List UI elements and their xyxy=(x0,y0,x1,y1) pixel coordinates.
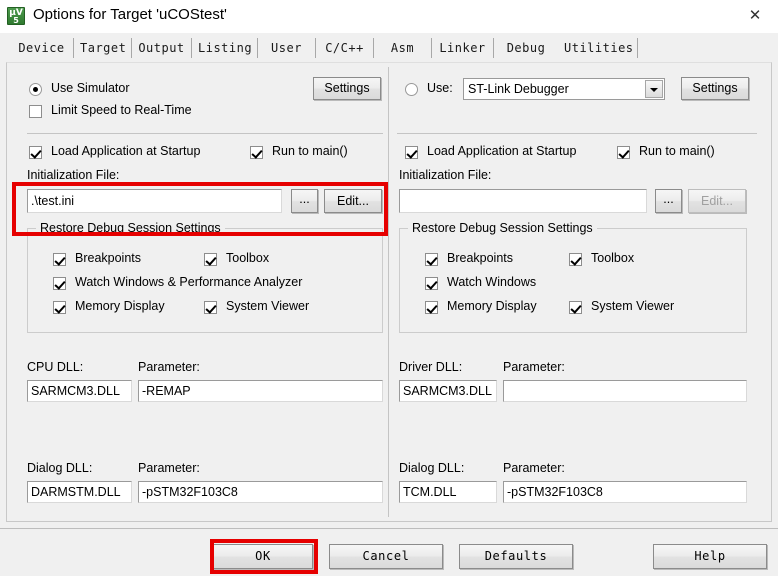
defaults-button[interactable]: Defaults xyxy=(459,544,573,569)
init-file-browse-button-sim[interactable]: ... xyxy=(291,189,318,213)
driver-parameter-label: Parameter: xyxy=(503,360,565,374)
tab-output[interactable]: Output xyxy=(132,38,192,58)
dialog-parameter-label-dbg: Parameter: xyxy=(503,461,565,475)
limit-speed-label[interactable]: Limit Speed to Real-Time xyxy=(51,103,192,117)
system-viewer-checkbox-sim[interactable] xyxy=(204,301,217,314)
dialog-parameter-input-sim[interactable]: -pSTM32F103C8 xyxy=(138,481,383,503)
dialog-dll-label-dbg: Dialog DLL: xyxy=(399,461,465,475)
driver-dll-input[interactable]: SARMCM3.DLL xyxy=(399,380,497,402)
window-title: Options for Target 'uCOStest' xyxy=(33,6,227,23)
breakpoints-checkbox-dbg[interactable] xyxy=(425,253,438,266)
cpu-dll-label: CPU DLL: xyxy=(27,360,84,374)
tab-c-cpp[interactable]: C/C++ xyxy=(316,38,374,58)
restore-session-title-sim: Restore Debug Session Settings xyxy=(36,221,225,235)
toolbox-label-sim[interactable]: Toolbox xyxy=(226,251,269,265)
system-viewer-label-sim[interactable]: System Viewer xyxy=(226,299,309,313)
memory-display-label-dbg[interactable]: Memory Display xyxy=(447,299,537,313)
init-file-input-sim[interactable]: .\test.ini xyxy=(27,189,282,213)
memory-display-label-sim[interactable]: Memory Display xyxy=(75,299,165,313)
tab-user[interactable]: User xyxy=(258,38,316,58)
driver-parameter-input[interactable] xyxy=(503,380,747,402)
tab-strip: Device Target Output Listing User C/C++ … xyxy=(0,33,778,97)
debugger-settings-button[interactable]: Settings xyxy=(681,77,749,100)
load-application-label-dbg[interactable]: Load Application at Startup xyxy=(427,144,576,158)
cpu-dll-input[interactable]: SARMCM3.DLL xyxy=(27,380,132,402)
dialog-dll-input-dbg[interactable]: TCM.DLL xyxy=(399,481,497,503)
dialog-parameter-label-sim: Parameter: xyxy=(138,461,200,475)
debug-tab-page: Use Simulator Limit Speed to Real-Time S… xyxy=(6,62,772,522)
use-debugger-label[interactable]: Use: xyxy=(427,81,453,95)
run-to-main-label-sim[interactable]: Run to main() xyxy=(272,144,348,158)
tab-utilities[interactable]: Utilities xyxy=(558,38,638,58)
debugger-select-value: ST-Link Debugger xyxy=(468,82,569,96)
watch-windows-checkbox-sim[interactable] xyxy=(53,277,66,290)
init-file-label-dbg: Initialization File: xyxy=(399,168,492,182)
cpu-parameter-input[interactable]: -REMAP xyxy=(138,380,383,402)
breakpoints-label-dbg[interactable]: Breakpoints xyxy=(447,251,513,265)
memory-display-checkbox-sim[interactable] xyxy=(53,301,66,314)
close-icon[interactable]: ✕ xyxy=(732,0,778,32)
run-to-main-checkbox-sim[interactable] xyxy=(250,146,263,159)
uvision-logo-icon: µV 5 xyxy=(7,7,25,25)
run-to-main-label-dbg[interactable]: Run to main() xyxy=(639,144,715,158)
driver-dll-label: Driver DLL: xyxy=(399,360,463,374)
load-application-label-sim[interactable]: Load Application at Startup xyxy=(51,144,200,158)
dialog-dll-label-sim: Dialog DLL: xyxy=(27,461,93,475)
toolbox-checkbox-dbg[interactable] xyxy=(569,253,582,266)
watch-windows-label-dbg[interactable]: Watch Windows xyxy=(447,275,536,289)
breakpoints-label-sim[interactable]: Breakpoints xyxy=(75,251,141,265)
init-file-input-dbg[interactable] xyxy=(399,189,647,213)
toolbox-label-dbg[interactable]: Toolbox xyxy=(591,251,634,265)
tab-debug[interactable]: Debug xyxy=(500,38,552,58)
system-viewer-checkbox-dbg[interactable] xyxy=(569,301,582,314)
init-file-edit-button-dbg: Edit... xyxy=(688,189,746,213)
load-application-checkbox-sim[interactable] xyxy=(29,146,42,159)
use-simulator-radio[interactable] xyxy=(29,83,42,96)
dialog-parameter-input-dbg[interactable]: -pSTM32F103C8 xyxy=(503,481,747,503)
help-button[interactable]: Help xyxy=(653,544,767,569)
left-separator xyxy=(27,133,383,134)
tab-asm[interactable]: Asm xyxy=(374,38,432,58)
use-debugger-radio[interactable] xyxy=(405,83,418,96)
right-separator xyxy=(397,133,757,134)
memory-display-checkbox-dbg[interactable] xyxy=(425,301,438,314)
toolbox-checkbox-sim[interactable] xyxy=(204,253,217,266)
tab-listing[interactable]: Listing xyxy=(192,38,258,58)
title-bar: µV 5 Options for Target 'uCOStest' ✕ xyxy=(0,0,778,34)
dialog-footer: OK Cancel Defaults Help xyxy=(0,528,778,576)
cancel-button[interactable]: Cancel xyxy=(329,544,443,569)
tab-target[interactable]: Target xyxy=(74,38,132,58)
restore-session-title-dbg: Restore Debug Session Settings xyxy=(408,221,597,235)
watch-windows-checkbox-dbg[interactable] xyxy=(425,277,438,290)
chevron-down-icon[interactable] xyxy=(645,80,663,98)
use-simulator-label[interactable]: Use Simulator xyxy=(51,81,130,95)
debugger-select[interactable]: ST-Link Debugger xyxy=(463,78,665,100)
init-file-edit-button-sim[interactable]: Edit... xyxy=(324,189,382,213)
limit-speed-checkbox[interactable] xyxy=(29,105,42,118)
init-file-browse-button-dbg[interactable]: ... xyxy=(655,189,682,213)
run-to-main-checkbox-dbg[interactable] xyxy=(617,146,630,159)
dialog-dll-input-sim[interactable]: DARMSTM.DLL xyxy=(27,481,132,503)
debugger-pane: Use: ST-Link Debugger Settings Load Appl… xyxy=(389,63,771,521)
cpu-parameter-label: Parameter: xyxy=(138,360,200,374)
simulator-pane: Use Simulator Limit Speed to Real-Time S… xyxy=(7,63,388,521)
tab-linker[interactable]: Linker xyxy=(432,38,494,58)
ok-button[interactable]: OK xyxy=(213,544,313,569)
watch-windows-label-sim[interactable]: Watch Windows & Performance Analyzer xyxy=(75,275,302,289)
init-file-label-sim: Initialization File: xyxy=(27,168,120,182)
tab-device[interactable]: Device xyxy=(10,38,74,58)
breakpoints-checkbox-sim[interactable] xyxy=(53,253,66,266)
system-viewer-label-dbg[interactable]: System Viewer xyxy=(591,299,674,313)
simulator-settings-button[interactable]: Settings xyxy=(313,77,381,100)
load-application-checkbox-dbg[interactable] xyxy=(405,146,418,159)
